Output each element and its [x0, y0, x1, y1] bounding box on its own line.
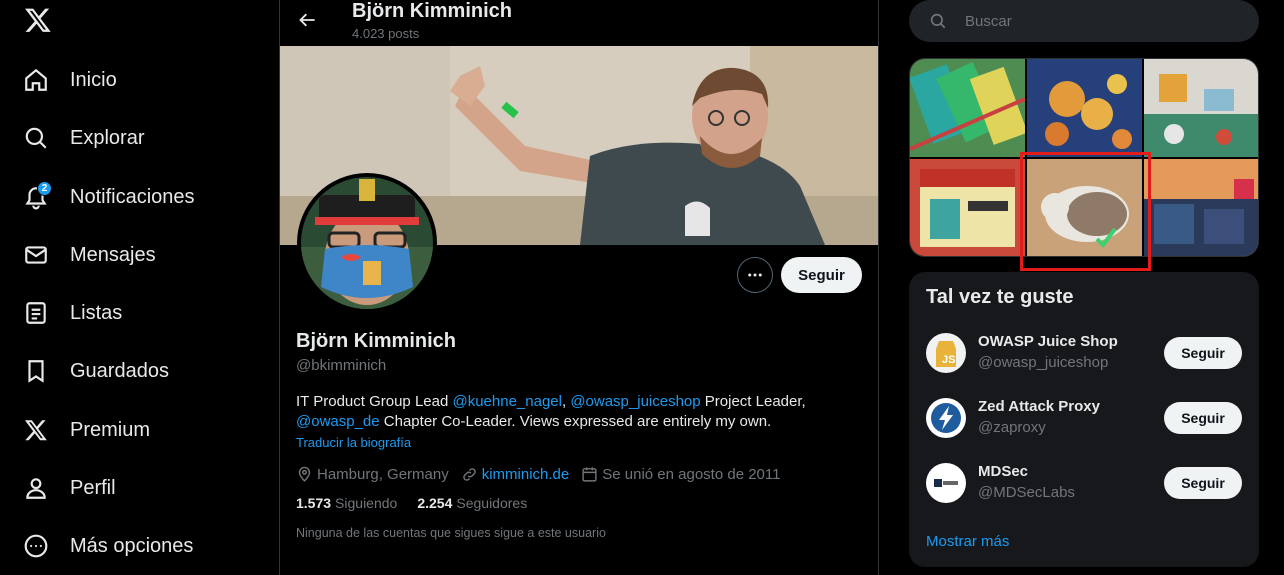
calendar-icon	[582, 466, 597, 482]
bookmark-icon	[22, 357, 50, 385]
nav-item-premium[interactable]: Premium	[22, 408, 150, 452]
nav-label: Listas	[70, 301, 123, 324]
profile-bio: IT Product Group Lead @kuehne_nagel, @ow…	[296, 392, 856, 432]
nav-label: Mensajes	[70, 243, 156, 266]
suggestion-name: OWASP Juice Shop	[978, 333, 1118, 350]
profile-meta: Hamburg, Germany kimminich.de Se unió en…	[296, 464, 792, 484]
suggestion-item[interactable]: JS OWASP Juice Shop @owasp_juiceshop Seg…	[909, 324, 1259, 384]
follow-button[interactable]: Seguir	[1164, 467, 1242, 499]
search-input[interactable]	[965, 12, 1225, 30]
mdsec-avatar[interactable]	[926, 463, 966, 503]
followers-link[interactable]: 2.254 Seguidores	[417, 495, 527, 511]
joined-text: Se unió en agosto de 2011	[602, 465, 781, 483]
nav-label: Notificaciones	[70, 185, 195, 208]
nav-label: Guardados	[70, 359, 169, 382]
panel-title: Tal vez te guste	[926, 286, 1074, 308]
following-count: 1.573	[296, 495, 332, 511]
nav-label: Premium	[70, 418, 151, 441]
nav-item-mas-opciones[interactable]: Más opciones	[22, 524, 193, 568]
suggestion-handle: @zaproxy	[978, 419, 1046, 436]
profile-handle: @bkimminich	[296, 357, 387, 374]
nav-item-guardados[interactable]: Guardados	[22, 349, 169, 393]
more-circle-icon	[22, 532, 50, 560]
header-post-count: 4.023 posts	[352, 26, 420, 41]
website-item[interactable]: kimminich.de	[461, 466, 570, 483]
zap-avatar[interactable]	[926, 398, 966, 438]
media-thumbnail[interactable]	[1144, 59, 1258, 157]
nav-label: Más opciones	[70, 534, 194, 557]
back-arrow-icon[interactable]	[294, 6, 322, 34]
highlight-box	[1020, 152, 1151, 271]
follow-stats: 1.573 Siguiendo 2.254 Seguidores	[296, 495, 547, 511]
show-more-link[interactable]: Mostrar más	[926, 533, 1009, 550]
header-name: Björn Kimminich	[352, 0, 513, 22]
nav-item-notificaciones[interactable]: 2 Notificaciones	[22, 175, 195, 219]
suggestion-name: MDSec	[978, 463, 1029, 480]
follow-button[interactable]: Seguir	[1164, 337, 1242, 369]
location-pin-icon	[298, 466, 311, 482]
media-thumbnail[interactable]	[1144, 159, 1258, 256]
envelope-icon	[22, 241, 50, 269]
following-link[interactable]: 1.573 Siguiendo	[296, 495, 397, 511]
suggestion-item[interactable]: Zed Attack Proxy @zaproxy Seguir	[909, 389, 1259, 449]
suggestion-item[interactable]: MDSec @MDSecLabs Seguir	[909, 454, 1259, 514]
juice-shop-avatar[interactable]: JS	[926, 333, 966, 373]
who-to-follow-panel: Tal vez te guste JS OWASP Juice Shop @ow…	[909, 272, 1259, 567]
no-mutual-followers-text: Ninguna de las cuentas que sigues sigue …	[296, 526, 606, 540]
nav-label: Explorar	[70, 126, 145, 149]
location-text: Hamburg, Germany	[317, 465, 449, 483]
follow-button[interactable]: Seguir	[781, 257, 862, 293]
suggestion-name: Zed Attack Proxy	[978, 398, 1100, 415]
bio-text: IT Product Group Lead	[296, 393, 453, 410]
x-logo-icon	[22, 416, 50, 444]
profile-avatar[interactable]	[297, 173, 437, 313]
search-icon	[930, 13, 946, 29]
following-label: Siguiendo	[335, 495, 398, 511]
nav-item-mensajes[interactable]: Mensajes	[22, 233, 156, 277]
ellipsis-icon	[748, 273, 762, 277]
suggestion-handle: @MDSecLabs	[978, 484, 1075, 501]
mention-link[interactable]: @kuehne_nagel	[452, 393, 561, 410]
suggestion-handle: @owasp_juiceshop	[978, 354, 1109, 371]
bell-icon: 2	[22, 181, 52, 211]
list-icon	[22, 299, 50, 327]
profile-column: Björn Kimminich 4.023 posts Seguir Björn…	[280, 0, 879, 575]
more-options-button[interactable]	[737, 257, 773, 293]
media-thumbnail[interactable]	[910, 159, 1025, 256]
translate-bio-link[interactable]: Traducir la biografía	[296, 435, 411, 450]
joined-item: Se unió en agosto de 2011	[581, 466, 780, 483]
nav-item-perfil[interactable]: Perfil	[22, 466, 116, 510]
follow-button[interactable]: Seguir	[1164, 402, 1242, 434]
svg-text:JS: JS	[942, 354, 955, 366]
nav-item-inicio[interactable]: Inicio	[22, 58, 117, 102]
mention-link[interactable]: @owasp_de	[296, 413, 380, 430]
x-logo-icon[interactable]	[24, 6, 52, 34]
mention-link[interactable]: @owasp_juiceshop	[570, 393, 700, 410]
nav-label: Perfil	[70, 476, 116, 499]
nav-label: Inicio	[70, 68, 117, 91]
website-link[interactable]: kimminich.de	[482, 466, 570, 483]
link-icon	[462, 467, 476, 481]
person-icon	[22, 474, 50, 502]
search-bar[interactable]	[909, 0, 1259, 42]
notification-badge: 2	[37, 181, 52, 196]
home-icon	[22, 66, 50, 94]
profile-name: Björn Kimminich	[296, 330, 457, 352]
location-item: Hamburg, Germany	[296, 466, 449, 483]
followers-count: 2.254	[417, 495, 453, 511]
media-thumbnail[interactable]	[1027, 59, 1142, 157]
bio-text: Chapter Co-Leader. Views expressed are e…	[379, 413, 772, 430]
nav-item-explorar[interactable]: Explorar	[22, 116, 144, 160]
nav-item-listas[interactable]: Listas	[22, 291, 122, 335]
media-thumbnail[interactable]	[910, 59, 1025, 157]
left-nav: Inicio Explorar 2 Notificaciones Mensaje…	[0, 0, 280, 575]
search-icon	[22, 124, 50, 152]
followers-label: Seguidores	[456, 495, 528, 511]
bio-text: Project Leader,	[700, 393, 806, 410]
